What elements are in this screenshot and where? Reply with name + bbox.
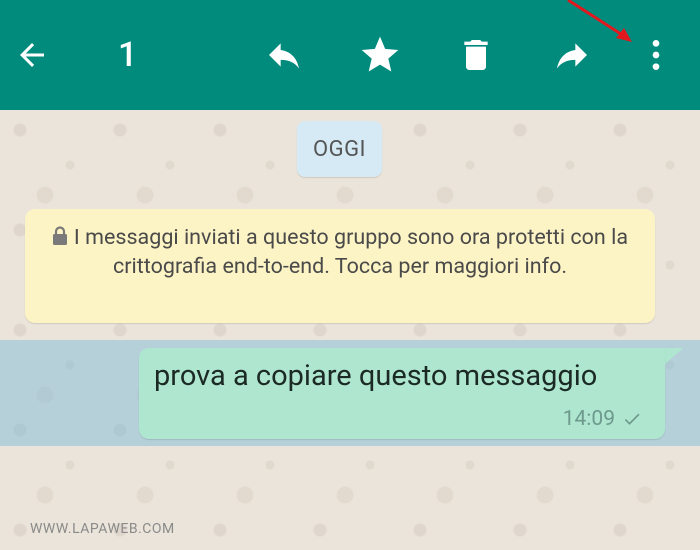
encryption-notice-text: I messaggi inviati a questo gruppo sono … [73,225,629,279]
back-arrow-icon [20,43,44,67]
reply-button[interactable] [256,27,312,83]
check-icon [624,413,640,425]
selected-count: 1 [118,35,138,75]
outgoing-message-bubble[interactable]: prova a copiare questo messaggio 14:09 [139,348,665,439]
watermark: WWW.LAPAWEB.COM [30,521,175,537]
encryption-notice[interactable]: I messaggi inviati a questo gruppo sono … [25,209,655,323]
star-button[interactable] [352,27,408,83]
delete-icon [464,40,488,70]
lock-icon [52,226,67,245]
message-meta: 14:09 [563,407,643,431]
delete-button[interactable] [448,27,504,83]
star-icon [361,36,399,72]
message-text: prova a copiare questo messaggio [154,359,598,393]
annotation-arrow-icon [567,0,632,42]
date-chip: OGGI [297,121,382,177]
back-button[interactable] [4,27,60,83]
more-options-icon [652,40,660,70]
reply-icon [269,43,299,69]
bubble-tail [663,348,683,366]
message-time: 14:09 [562,407,615,431]
